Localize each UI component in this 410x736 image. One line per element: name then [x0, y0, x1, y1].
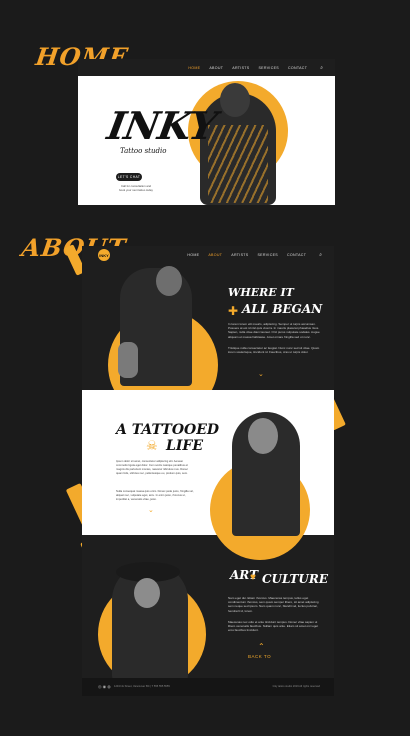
heading-culture: CULTURE	[262, 572, 328, 586]
heading-all-began: ALL BEGAN	[242, 302, 323, 316]
nav-contact[interactable]: CONTACT	[288, 66, 307, 70]
about-paragraph-1: In lorem lorem elit mauris, adipiscing. …	[228, 322, 320, 339]
nav-home[interactable]: HOME	[188, 66, 200, 70]
heading-a-tattooed: A TATTOOED	[116, 422, 220, 438]
hero-caption-2: book your next tattoo today	[119, 188, 153, 192]
heading-life: LIFE	[166, 438, 204, 454]
nav-artists[interactable]: ARTISTS	[231, 253, 248, 257]
nav-contact[interactable]: CONTACT	[287, 253, 306, 257]
chevron-down-icon[interactable]: ⌄	[148, 506, 154, 514]
mini-logo-badge[interactable]: INKY	[98, 249, 110, 261]
heading-where-it: WHERE IT	[228, 286, 294, 299]
footer: ◎ ◉ ◍ 1234 Ink Street, Vancouver BC | T …	[82, 678, 334, 696]
man-head	[156, 266, 182, 296]
nav-about[interactable]: ABOUT	[208, 253, 222, 257]
chevron-down-icon[interactable]: ⌄	[258, 370, 264, 378]
woman-hat-face	[134, 578, 160, 608]
nav-artists[interactable]: ARTISTS	[232, 66, 249, 70]
skull-icon: ☠	[146, 438, 158, 453]
about-page-preview: HOME ABOUT ARTISTS SERVICES CONTACT ⌕ IN…	[82, 246, 334, 696]
man-tattooed-arm	[118, 342, 138, 378]
footer-social-icons[interactable]: ◎ ◉ ◍	[98, 684, 111, 689]
cross-icon: ✚	[228, 304, 239, 318]
search-icon[interactable]: ⌕	[320, 65, 323, 71]
about-paragraph-6: Maecenas nec odio et ante tincidunt temp…	[228, 620, 319, 633]
hero-subtitle: Tattoo studio	[120, 147, 167, 155]
about-paragraph-4: Nulla consequat massa quis enim. Donec p…	[116, 490, 194, 501]
about-paragraph-5: Nam eget dui. Etiam rhoncus. Maecenas te…	[228, 596, 319, 613]
hero-tattoo-pattern	[208, 125, 268, 203]
lets-chat-button[interactable]: LET'S CHAT	[116, 173, 142, 181]
tattooed-life-section: A TATTOOED ☠ LIFE Ipsum dolor sit amet, …	[82, 390, 334, 560]
hero-logo: INKY	[104, 103, 220, 148]
about-paragraph-3: Ipsum dolor sit amet, consectetur adipis…	[116, 460, 188, 475]
nav-services[interactable]: SERVICES	[257, 253, 278, 257]
hero-head	[220, 83, 250, 117]
woman-face	[248, 418, 278, 454]
heart-icon: ♥	[250, 572, 256, 583]
back-to-top-link[interactable]: BACK TO	[248, 654, 271, 659]
footer-address: 1234 Ink Street, Vancouver BC | T 555 55…	[114, 685, 170, 688]
search-icon[interactable]: ⌕	[319, 252, 322, 258]
home-page-preview: HOME ABOUT ARTISTS SERVICES CONTACT ⌕ IN…	[78, 59, 335, 205]
nav-about[interactable]: ABOUT	[209, 66, 223, 70]
nav-home[interactable]: HOME	[187, 253, 199, 257]
home-navbar: HOME ABOUT ARTISTS SERVICES CONTACT ⌕	[78, 59, 335, 76]
about-paragraph-2: Tristique nulla consectetur ac feugiat. …	[228, 346, 320, 355]
nav-services[interactable]: SERVICES	[258, 66, 279, 70]
footer-copyright: Inky tattoo studio 2019 All rights reser…	[272, 685, 320, 688]
about-navbar: HOME ABOUT ARTISTS SERVICES CONTACT ⌕	[82, 246, 334, 264]
chevron-up-icon[interactable]: ⌃	[258, 642, 265, 651]
